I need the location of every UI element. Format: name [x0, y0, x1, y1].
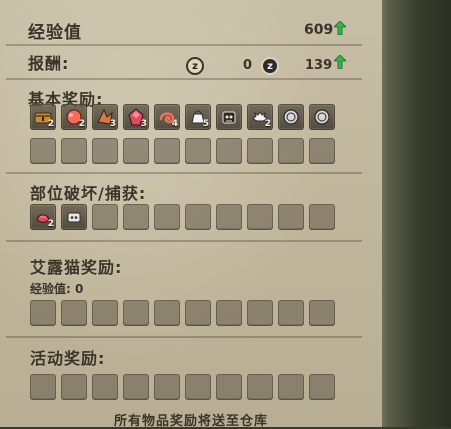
event-grid — [30, 374, 360, 400]
section-divider — [6, 240, 362, 242]
reward-slot[interactable] — [309, 104, 335, 130]
empty-slot[interactable] — [309, 374, 335, 400]
empty-slot[interactable] — [61, 374, 87, 400]
event-title: 活动奖励: — [30, 349, 106, 368]
exp-value: 609 — [304, 22, 334, 38]
slot-qty: 2 — [264, 119, 271, 129]
basic-rewards-row-1: 2 2 3 3 4 5 2 — [30, 104, 360, 130]
empty-slot[interactable] — [278, 204, 304, 230]
slot-qty: 5 — [202, 119, 209, 129]
footer-note: 所有物品奖励将送至仓库 — [113, 414, 268, 429]
section-divider — [6, 336, 362, 338]
empty-slot[interactable] — [92, 300, 118, 326]
empty-slot[interactable] — [216, 204, 242, 230]
empty-slot[interactable] — [61, 138, 87, 164]
exp-label: 经验值 — [28, 23, 82, 43]
empty-slot[interactable] — [123, 204, 149, 230]
reward-slot[interactable]: 2 — [61, 104, 87, 130]
reward-slot[interactable]: 3 — [92, 104, 118, 130]
reward-points-value: 139 — [305, 58, 333, 73]
empty-slot[interactable] — [92, 138, 118, 164]
empty-slot[interactable] — [278, 300, 304, 326]
empty-slot[interactable] — [92, 374, 118, 400]
empty-slot[interactable] — [154, 138, 180, 164]
slot-qty: 3 — [109, 119, 116, 129]
empty-slot[interactable] — [278, 374, 304, 400]
section-divider — [6, 172, 362, 174]
empty-slot[interactable] — [247, 138, 273, 164]
empty-slot[interactable] — [154, 300, 180, 326]
reward-divider — [6, 78, 362, 80]
reward-up-arrow-icon — [334, 55, 346, 69]
empty-slot[interactable] — [309, 138, 335, 164]
empty-slot[interactable] — [123, 374, 149, 400]
empty-slot[interactable] — [185, 374, 211, 400]
empty-slot[interactable] — [30, 300, 56, 326]
empty-slot[interactable] — [216, 300, 242, 326]
empty-slot[interactable] — [123, 300, 149, 326]
coin-icon — [283, 109, 299, 125]
palico-exp-text: 经验值: 0 — [30, 282, 84, 296]
empty-slot[interactable] — [30, 374, 56, 400]
reward-slot[interactable]: 2 — [30, 104, 56, 130]
empty-slot[interactable] — [247, 300, 273, 326]
empty-slot[interactable] — [216, 374, 242, 400]
slot-qty: 3 — [140, 119, 147, 129]
empty-slot[interactable] — [154, 204, 180, 230]
empty-slot[interactable] — [185, 300, 211, 326]
empty-slot[interactable] — [61, 300, 87, 326]
part-break-grid: 2 — [30, 204, 360, 230]
empty-slot[interactable] — [154, 374, 180, 400]
empty-slot[interactable] — [309, 300, 335, 326]
points-icon: z — [261, 57, 279, 75]
zenny-icon: z — [186, 57, 204, 75]
slot-qty: 4 — [171, 119, 178, 129]
empty-slot[interactable] — [30, 138, 56, 164]
reward-slot[interactable]: 3 — [123, 104, 149, 130]
empty-slot[interactable] — [309, 204, 335, 230]
reward-label: 报酬: — [28, 54, 70, 73]
empty-slot[interactable] — [247, 204, 273, 230]
reward-slot[interactable]: 5 — [185, 104, 211, 130]
palico-grid — [30, 300, 360, 326]
exp-up-arrow-icon — [334, 21, 346, 35]
reward-zenny-value: 0 — [243, 58, 253, 73]
part-break-title: 部位破坏/捕获: — [30, 184, 147, 203]
empty-slot[interactable] — [216, 138, 242, 164]
empty-slot[interactable] — [185, 204, 211, 230]
empty-slot[interactable] — [185, 138, 211, 164]
slot-qty: 2 — [47, 219, 54, 229]
monster-face-icon — [222, 111, 236, 124]
empty-slot[interactable] — [247, 374, 273, 400]
material-icon — [67, 212, 81, 223]
part-reward-slot[interactable] — [61, 204, 87, 230]
reward-slot[interactable] — [216, 104, 242, 130]
header-divider — [6, 44, 362, 46]
empty-slot[interactable] — [278, 138, 304, 164]
basic-rewards-row-2 — [30, 138, 360, 164]
palico-title: 艾露猫奖励: — [30, 258, 123, 277]
reward-slot[interactable] — [278, 104, 304, 130]
empty-slot[interactable] — [92, 204, 118, 230]
part-reward-slot[interactable]: 2 — [30, 204, 56, 230]
coin-icon — [314, 109, 330, 125]
slot-qty: 2 — [47, 119, 54, 129]
reward-slot[interactable]: 4 — [154, 104, 180, 130]
reward-slot[interactable]: 2 — [247, 104, 273, 130]
empty-slot[interactable] — [123, 138, 149, 164]
slot-qty: 2 — [78, 119, 85, 129]
